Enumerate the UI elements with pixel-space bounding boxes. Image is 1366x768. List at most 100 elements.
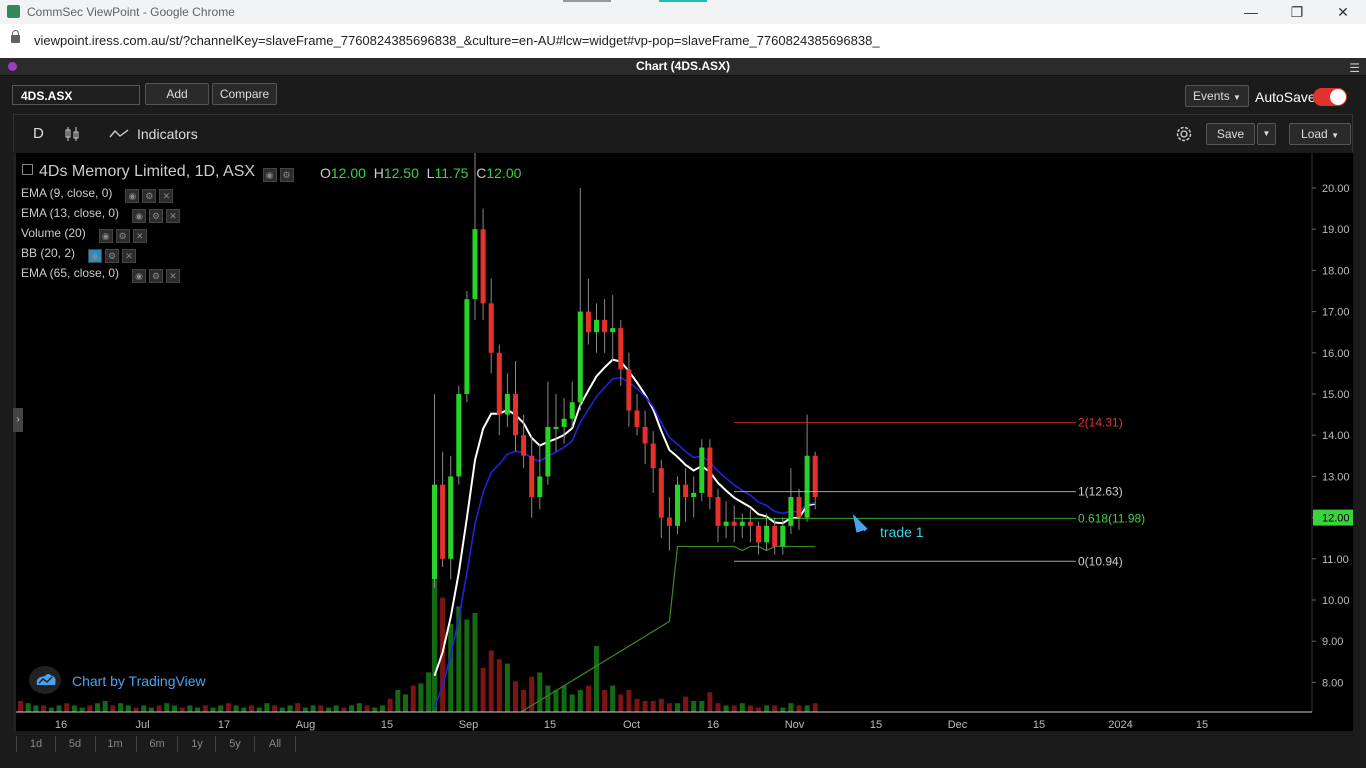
timeframe-1m[interactable]: 1m — [95, 736, 134, 752]
events-dropdown[interactable]: Events ▼ — [1185, 85, 1249, 107]
candle-body — [480, 229, 486, 304]
eye-icon[interactable]: ◉ — [132, 209, 147, 223]
ohlc-values: O12.00 H12.50 L11.75 C12.00 — [320, 165, 521, 181]
remove-icon[interactable]: ✕ — [132, 229, 147, 243]
browser-titlebar: CommSec ViewPoint - Google Chrome — ❐ ✕ — [0, 0, 1366, 24]
candle-body — [440, 484, 446, 559]
settings-small-icon[interactable]: ⚙ — [105, 249, 120, 263]
hamburger-menu-icon[interactable]: ☰ — [1349, 61, 1360, 75]
remove-icon[interactable]: ✕ — [166, 209, 181, 223]
save-dropdown-caret-icon[interactable]: ▼ — [1257, 123, 1276, 145]
settings-small-icon[interactable]: ⚙ — [149, 209, 164, 223]
sidebar-expand-handle[interactable]: › — [13, 408, 23, 432]
address-bar[interactable]: viewpoint.iress.com.au/st/?channelKey=sl… — [0, 24, 1366, 59]
compare-button[interactable]: Compare — [212, 83, 277, 105]
remove-icon[interactable]: ✕ — [166, 269, 181, 283]
volume-bar — [796, 705, 802, 712]
chart-canvas[interactable]: 2(14.31) 1(12.63) 0.618(11.98) 0(10.94) trad… — [16, 146, 1353, 766]
autosave-toggle[interactable] — [1313, 88, 1347, 106]
volume-layer — [18, 580, 818, 712]
restore-icon[interactable]: ❐ — [1282, 2, 1312, 22]
time-tick-label: Oct — [623, 719, 640, 731]
indicators-icon[interactable] — [109, 127, 129, 141]
volume-bar — [356, 703, 362, 712]
volume-bar — [403, 694, 408, 712]
time-tick-label: 17 — [218, 719, 230, 731]
candle-body — [658, 468, 664, 518]
settings-small-icon[interactable]: ⚙ — [142, 189, 157, 203]
volume-bar — [56, 705, 62, 712]
tab-indicator — [563, 0, 611, 2]
volume-bar — [496, 659, 502, 712]
volume-bar — [410, 685, 416, 712]
chart-toolbar: D Indicators Save ▼ Load ▼ — [13, 114, 1353, 152]
load-dropdown[interactable]: Load ▼ — [1289, 123, 1351, 145]
minimize-icon[interactable]: — — [1236, 2, 1266, 22]
candle-body — [626, 369, 632, 411]
settings-gear-icon[interactable] — [1174, 124, 1194, 144]
volume-bar — [594, 646, 599, 712]
volume-bar — [561, 685, 567, 712]
tradingview-logo-icon[interactable] — [29, 666, 61, 694]
remove-icon[interactable]: ✕ — [122, 249, 137, 263]
indicator-ema-13[interactable]: EMA (13, close, 0) ◉ ⚙ ✕ — [21, 206, 181, 223]
interval-selector[interactable]: D — [33, 125, 44, 142]
price-tick-label: 18.00 — [1322, 265, 1350, 277]
browser-title: CommSec ViewPoint - Google Chrome — [27, 5, 235, 19]
eye-icon[interactable]: ◉ — [125, 189, 140, 203]
volume-bar — [395, 690, 401, 712]
price-tick-label: 13.00 — [1322, 471, 1350, 483]
load-label: Load — [1301, 127, 1328, 141]
price-tick-label: 15.00 — [1322, 389, 1350, 401]
volume-bar — [95, 703, 100, 712]
timeframe-5d[interactable]: 5d — [55, 736, 94, 752]
indicator-bb[interactable]: BB (20, 2) ◉ ⚙ ✕ — [21, 246, 137, 263]
lock-icon — [11, 30, 20, 43]
remove-icon[interactable]: ✕ — [159, 189, 174, 203]
candle-body — [739, 521, 745, 526]
add-button[interactable]: Add — [145, 83, 209, 105]
volume-bar — [310, 705, 316, 712]
indicator-ema-9[interactable]: EMA (9, close, 0) ◉ ⚙ ✕ — [21, 186, 174, 203]
eye-icon[interactable]: ◉ — [132, 269, 147, 283]
close-icon[interactable]: ✕ — [1328, 2, 1358, 22]
settings-small-icon[interactable]: ⚙ — [149, 269, 164, 283]
caret-down-icon: ▼ — [1233, 93, 1241, 102]
eye-icon[interactable]: ◉ — [262, 168, 277, 182]
save-button[interactable]: Save — [1206, 123, 1255, 145]
eye-icon[interactable]: ◉ — [98, 229, 113, 243]
indicator-ema-65[interactable]: EMA (65, close, 0) ◉ ⚙ ✕ — [21, 266, 181, 283]
tab-indicator-active — [659, 0, 707, 2]
price-tick-label: 10.00 — [1322, 595, 1350, 607]
volume-bar — [79, 707, 85, 712]
indicator-label: EMA (65, close, 0) — [21, 266, 120, 280]
volume-bar — [156, 705, 162, 712]
candle-style-icon[interactable] — [64, 126, 80, 142]
settings-small-icon[interactable]: ⚙ — [279, 168, 294, 182]
indicators-button[interactable]: Indicators — [137, 126, 198, 142]
axes-layer: 20.00 19.00 18.00 17.00 16.00 15.00 14.00 13.00… — [16, 153, 1353, 731]
chart-legend-title: 4Ds Memory Limited, 1D, ASX ◉ ⚙ — [22, 163, 294, 182]
url-text[interactable]: viewpoint.iress.com.au/st/?channelKey=sl… — [34, 33, 880, 48]
timeframe-1y[interactable]: 1y — [177, 736, 216, 752]
price-chart-svg[interactable]: 2(14.31) 1(12.63) 0.618(11.98) 0(10.94) trad… — [16, 146, 1353, 766]
volume-bar — [202, 705, 208, 712]
tradingview-attribution[interactable]: Chart by TradingView — [72, 673, 206, 689]
volume-bar — [504, 663, 510, 712]
timeframe-6m[interactable]: 6m — [136, 736, 177, 752]
timeframe-all[interactable]: All — [254, 736, 296, 752]
settings-small-icon[interactable]: ⚙ — [115, 229, 130, 243]
timeframe-1d[interactable]: 1d — [16, 736, 55, 752]
price-tick-label: 17.00 — [1322, 307, 1350, 319]
close-value: 12.00 — [486, 165, 522, 181]
timeframe-5y[interactable]: 5y — [215, 736, 254, 752]
trade-annotation-label: trade 1 — [880, 524, 924, 540]
volume-bar — [545, 685, 551, 712]
eye-icon[interactable]: ◉ — [88, 249, 103, 263]
high-label: H — [373, 165, 384, 181]
indicator-volume[interactable]: Volume (20) ◉ ⚙ ✕ — [21, 226, 147, 243]
symbol-input[interactable]: 4DS.ASX — [12, 85, 140, 105]
volume-bar — [333, 705, 339, 712]
indicator-label: EMA (9, close, 0) — [21, 186, 113, 200]
collapse-legend-icon[interactable] — [22, 164, 33, 175]
